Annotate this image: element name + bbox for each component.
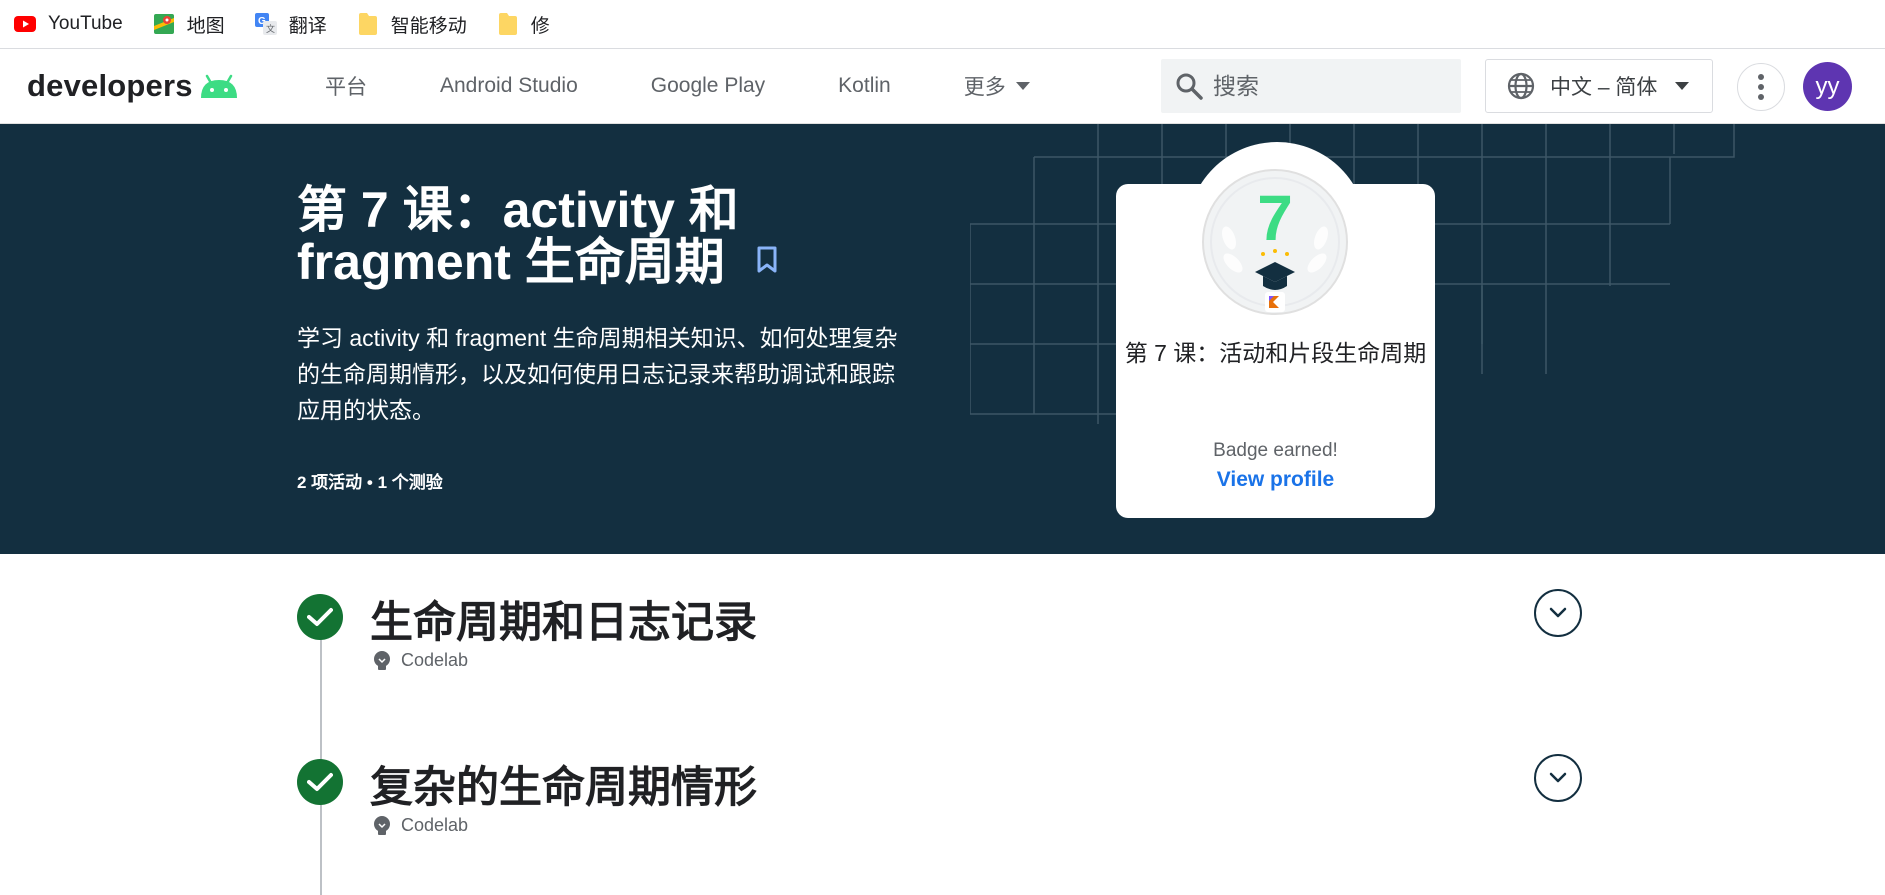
nav-link-kotlin[interactable]: Kotlin (838, 74, 891, 98)
translate-icon: G文 (254, 13, 277, 35)
activity-type-label: Codelab (401, 650, 469, 670)
nav-link-android-studio[interactable]: Android Studio (440, 74, 578, 98)
activity-item[interactable]: 复杂的生命周期情形 Codelab (297, 754, 1597, 849)
search-input[interactable] (1213, 72, 1443, 100)
search-box[interactable] (1161, 59, 1461, 113)
language-selector[interactable]: 中文 – 简体 (1485, 59, 1713, 113)
avatar[interactable]: yy (1803, 62, 1852, 111)
expand-button[interactable] (1534, 589, 1582, 637)
language-label: 中文 – 简体 (1550, 76, 1658, 99)
svg-text:文: 文 (266, 23, 275, 34)
badge-emblem: 7 (1202, 169, 1348, 315)
nav-link-more-label: 更多 (963, 76, 1006, 99)
bookmark-label: 修 (530, 15, 550, 37)
developers-logo[interactable]: developers (27, 68, 239, 104)
bookmark-label: 地图 (186, 15, 225, 37)
activity-item[interactable]: 生命周期和日志记录 Codelab (297, 589, 1597, 684)
lightbulb-icon (373, 815, 391, 836)
nav-links: 平台 Android Studio Google Play Kotlin 更多 (325, 50, 1103, 122)
logo-text: developers (27, 68, 193, 103)
lesson-description: 学习 activity 和 fragment 生命周期相关知识、如何处理复杂的生… (297, 325, 898, 423)
badge-title: 第 7 课：活动和片段生命周期 (1124, 340, 1427, 366)
activity-title[interactable]: 生命周期和日志记录 (370, 588, 757, 650)
bookmark-label: 智能移动 (390, 15, 467, 37)
check-icon (297, 759, 343, 805)
chevron-down-icon (1549, 607, 1567, 618)
youtube-icon (14, 13, 36, 35)
caret-down-icon (1675, 82, 1690, 90)
activity-type: Codelab (373, 815, 468, 836)
bookmark-maps[interactable]: 地图 (153, 11, 225, 38)
lesson-title-line1: 第 7 课：activity 和 (297, 182, 739, 238)
globe-icon (1507, 72, 1535, 100)
android-icon (200, 74, 237, 98)
maps-icon (153, 13, 175, 35)
search-icon (1176, 73, 1203, 100)
bookmark-label: YouTube (48, 13, 123, 34)
bookmark-translate[interactable]: G文 翻译 (254, 11, 327, 38)
badge-number: 7 (1257, 182, 1293, 254)
activity-type: Codelab (373, 650, 468, 671)
top-navigation: developers 平台 Android Studio Google Play… (0, 50, 1885, 124)
bookmark-folder-smart[interactable]: 智能移动 (357, 11, 467, 38)
folder-icon (497, 13, 519, 35)
activity-title[interactable]: 复杂的生命周期情形 (370, 753, 757, 815)
view-profile-link[interactable]: View profile (1116, 468, 1435, 492)
nav-link-more[interactable]: 更多 (964, 71, 1030, 101)
bookmarks-bar: YouTube 地图 G文 翻译 智能移动 修 (0, 0, 1885, 49)
folder-icon (357, 13, 379, 35)
more-options-button[interactable] (1737, 63, 1785, 111)
bookmark-icon[interactable] (756, 246, 778, 274)
nav-link-platform[interactable]: 平台 (325, 71, 367, 101)
badge-earned-text: Badge earned! (1213, 440, 1338, 461)
activity-type-label: Codelab (401, 815, 469, 835)
course-hero: 第 7 课：activity 和 fragment 生命周期 学习 activi… (0, 124, 1885, 554)
chevron-down-icon (1549, 772, 1567, 783)
lightbulb-icon (373, 650, 391, 671)
lesson-meta: 2 项活动 • 1 个测验 (297, 473, 443, 492)
more-vert-icon (1758, 74, 1764, 100)
bookmark-youtube[interactable]: YouTube (14, 13, 123, 35)
check-icon (297, 594, 343, 640)
bookmark-label: 翻译 (288, 15, 327, 37)
bookmark-folder-fix[interactable]: 修 (497, 11, 550, 38)
nav-link-google-play[interactable]: Google Play (651, 74, 765, 98)
expand-button[interactable] (1534, 754, 1582, 802)
caret-down-icon (1015, 82, 1030, 90)
